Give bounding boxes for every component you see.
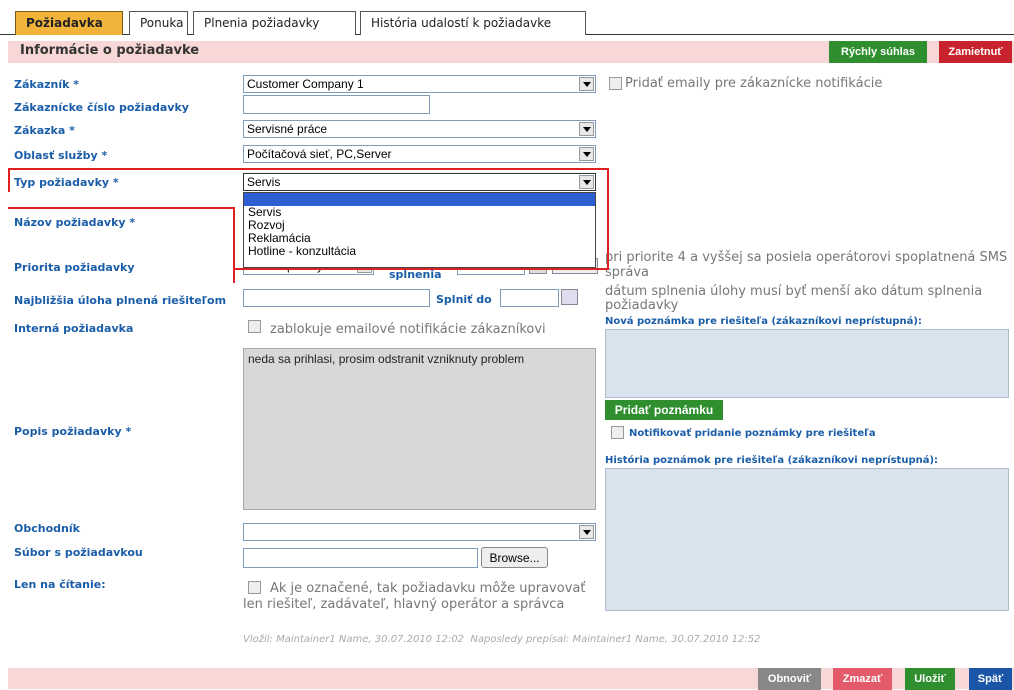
description-textarea[interactable]: neda sa prihlasi, prosim odstranit vznik… [243, 348, 596, 510]
refresh-button[interactable]: Obnoviť [758, 668, 821, 690]
date-note-line2: požiadavky [605, 298, 679, 313]
tab-fulfillments[interactable]: Plnenia požiadavky [193, 11, 356, 35]
highlight-outline-top [8, 168, 609, 192]
reject-button[interactable]: Zamietnuť [939, 41, 1012, 63]
nearest-task-due-input[interactable] [500, 289, 559, 307]
date-note-line1: dátum splnenia úlohy musí byť menší ako … [605, 284, 983, 299]
delete-button[interactable]: Zmazať [833, 668, 892, 690]
back-button[interactable]: Späť [969, 668, 1012, 690]
description-text: neda sa prihlasi, prosim odstranit vznik… [248, 352, 525, 366]
emails-checkbox-text: Pridať emaily pre zákaznícke notifikácie [625, 76, 883, 91]
internal-checkbox-text: zablokuje emailové notifikácie zákazníko… [270, 322, 546, 337]
history-label: História poznámok pre riešiteľa (zákazní… [605, 455, 939, 466]
nearest-task-input[interactable] [243, 289, 430, 307]
service-area-select-value: Počítačová sieť, PC,Server [247, 147, 392, 161]
order-label: Zákazka * [14, 124, 75, 137]
add-note-button[interactable]: Pridať poznámku [605, 400, 723, 420]
history-notes-area [605, 468, 1009, 611]
salesman-select[interactable] [243, 523, 596, 541]
order-select[interactable]: Servisné práce [243, 120, 596, 138]
file-label: Súbor s požiadavkou [14, 546, 143, 559]
request-name-label: Názov požiadavky * [14, 216, 136, 229]
customer-label: Zákazník * [14, 78, 80, 91]
order-select-value: Servisné práce [247, 122, 328, 136]
new-note-label: Nová poznámka pre riešiteľa (zákazníkovi… [605, 316, 922, 327]
tab-request[interactable]: Požiadavka [15, 11, 123, 35]
footer-meta: Vložil: Maintainer1 Name, 30.07.2010 12:… [243, 634, 761, 645]
readonly-label: Len na čítanie: [14, 578, 106, 591]
salesman-label: Obchodník [14, 522, 80, 535]
chevron-down-icon [579, 77, 594, 91]
customer-select[interactable]: Customer Company 1 [243, 75, 596, 93]
customer-number-input[interactable] [243, 95, 430, 114]
calendar-icon[interactable] [561, 289, 578, 305]
notify-checkbox[interactable] [611, 426, 624, 439]
internal-checkbox[interactable] [248, 320, 261, 333]
sms-note-line1: pri priorite 4 a vyššej sa posiela operá… [605, 250, 1008, 265]
browse-button[interactable]: Browse... [481, 547, 548, 568]
dropdown-option-hotline[interactable]: Hotline - konzultácia [244, 245, 595, 258]
request-type-dropdown[interactable]: Servis Rozvoj Reklamácia Hotline - konzu… [243, 192, 596, 268]
highlight-outline-left-bottom [8, 207, 234, 209]
dropdown-option-servis[interactable]: Servis [244, 206, 595, 219]
internal-request-label: Interná požiadavka [14, 322, 134, 335]
chevron-down-icon [579, 147, 594, 161]
section-title: Informácie o požiadavke [20, 43, 200, 58]
new-note-textarea[interactable] [605, 329, 1009, 398]
readonly-text-2: len riešiteľ, zadávateľ, hlavný operátor… [243, 597, 565, 612]
emails-checkbox[interactable] [609, 77, 622, 90]
tab-event-history[interactable]: História udalostí k požiadavke [360, 11, 586, 35]
readonly-checkbox[interactable] [248, 581, 261, 594]
save-button[interactable]: Uložiť [905, 668, 955, 690]
tab-offer[interactable]: Ponuka [129, 11, 188, 35]
nearest-task-due-label: Splniť do [436, 293, 492, 306]
service-area-select[interactable]: Počítačová sieť, PC,Server [243, 145, 596, 163]
customer-select-value: Customer Company 1 [247, 77, 364, 91]
description-label: Popis požiadavky * [14, 425, 132, 438]
notify-label: Notifikovať pridanie poznámky pre riešit… [629, 428, 876, 439]
nearest-task-label: Najbližšia úloha plnená riešiteľom [14, 294, 227, 307]
dropdown-option-empty[interactable] [244, 193, 595, 206]
sms-note-line2: správa [605, 265, 649, 280]
customer-number-label: Zákaznícke číslo požiadavky [14, 101, 189, 114]
highlight-outline-bottom [233, 268, 609, 270]
chevron-down-icon [579, 122, 594, 136]
readonly-text-1: Ak je označené, tak požiadavku môže upra… [270, 581, 586, 596]
service-area-label: Oblasť služby * [14, 149, 108, 162]
priority-label: Priorita požiadavky [14, 261, 135, 274]
highlight-outline-left-drop [233, 207, 235, 283]
highlight-outline-right [607, 168, 609, 270]
file-path-input[interactable] [243, 548, 478, 568]
chevron-down-icon [579, 525, 594, 539]
quick-approve-button[interactable]: Rýchly súhlas [829, 41, 927, 63]
